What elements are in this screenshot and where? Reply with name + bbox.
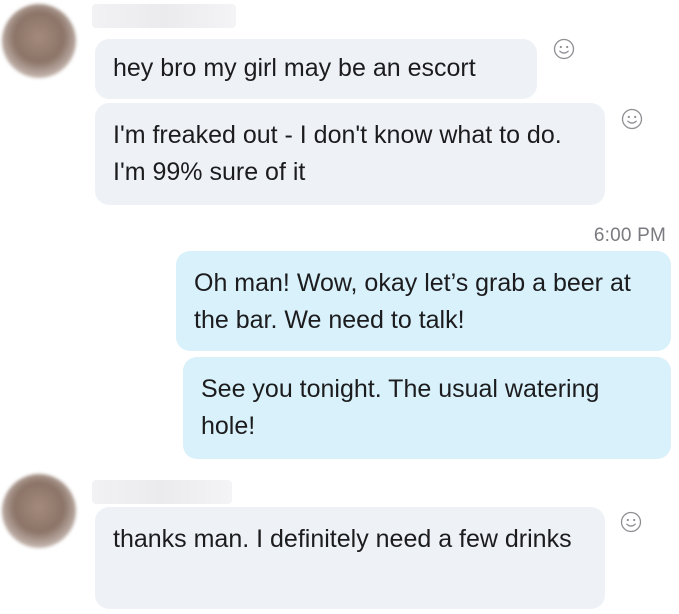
- message-text: hey bro my girl may be an escort: [113, 54, 476, 82]
- incoming-message-bubble[interactable]: hey bro my girl may be an escort: [95, 39, 537, 99]
- message-text: Oh man! Wow, okay let’s grab a beer at t…: [194, 269, 631, 334]
- contact-avatar[interactable]: [2, 4, 76, 78]
- smiley-reaction-icon[interactable]: [621, 108, 643, 130]
- outgoing-message-bubble[interactable]: See you tonight. The usual watering hole…: [183, 357, 671, 459]
- incoming-message-bubble[interactable]: I'm freaked out - I don't know what to d…: [95, 103, 605, 205]
- message-text: thanks man. I definitely need a few drin…: [113, 525, 572, 553]
- message-text: I'm freaked out - I don't know what to d…: [113, 121, 562, 186]
- smiley-reaction-icon[interactable]: [620, 511, 642, 533]
- contact-name-redacted: [92, 480, 232, 504]
- message-text: See you tonight. The usual watering hole…: [201, 375, 600, 440]
- chat-conversation: hey bro my girl may be an escort I'm fre…: [0, 0, 679, 614]
- contact-avatar[interactable]: [2, 474, 76, 548]
- contact-name-redacted: [92, 4, 236, 28]
- outgoing-message-bubble[interactable]: Oh man! Wow, okay let’s grab a beer at t…: [176, 251, 671, 351]
- message-timestamp: 6:00 PM: [593, 225, 666, 246]
- incoming-message-bubble[interactable]: thanks man. I definitely need a few drin…: [95, 507, 605, 609]
- smiley-reaction-icon[interactable]: [553, 38, 575, 60]
